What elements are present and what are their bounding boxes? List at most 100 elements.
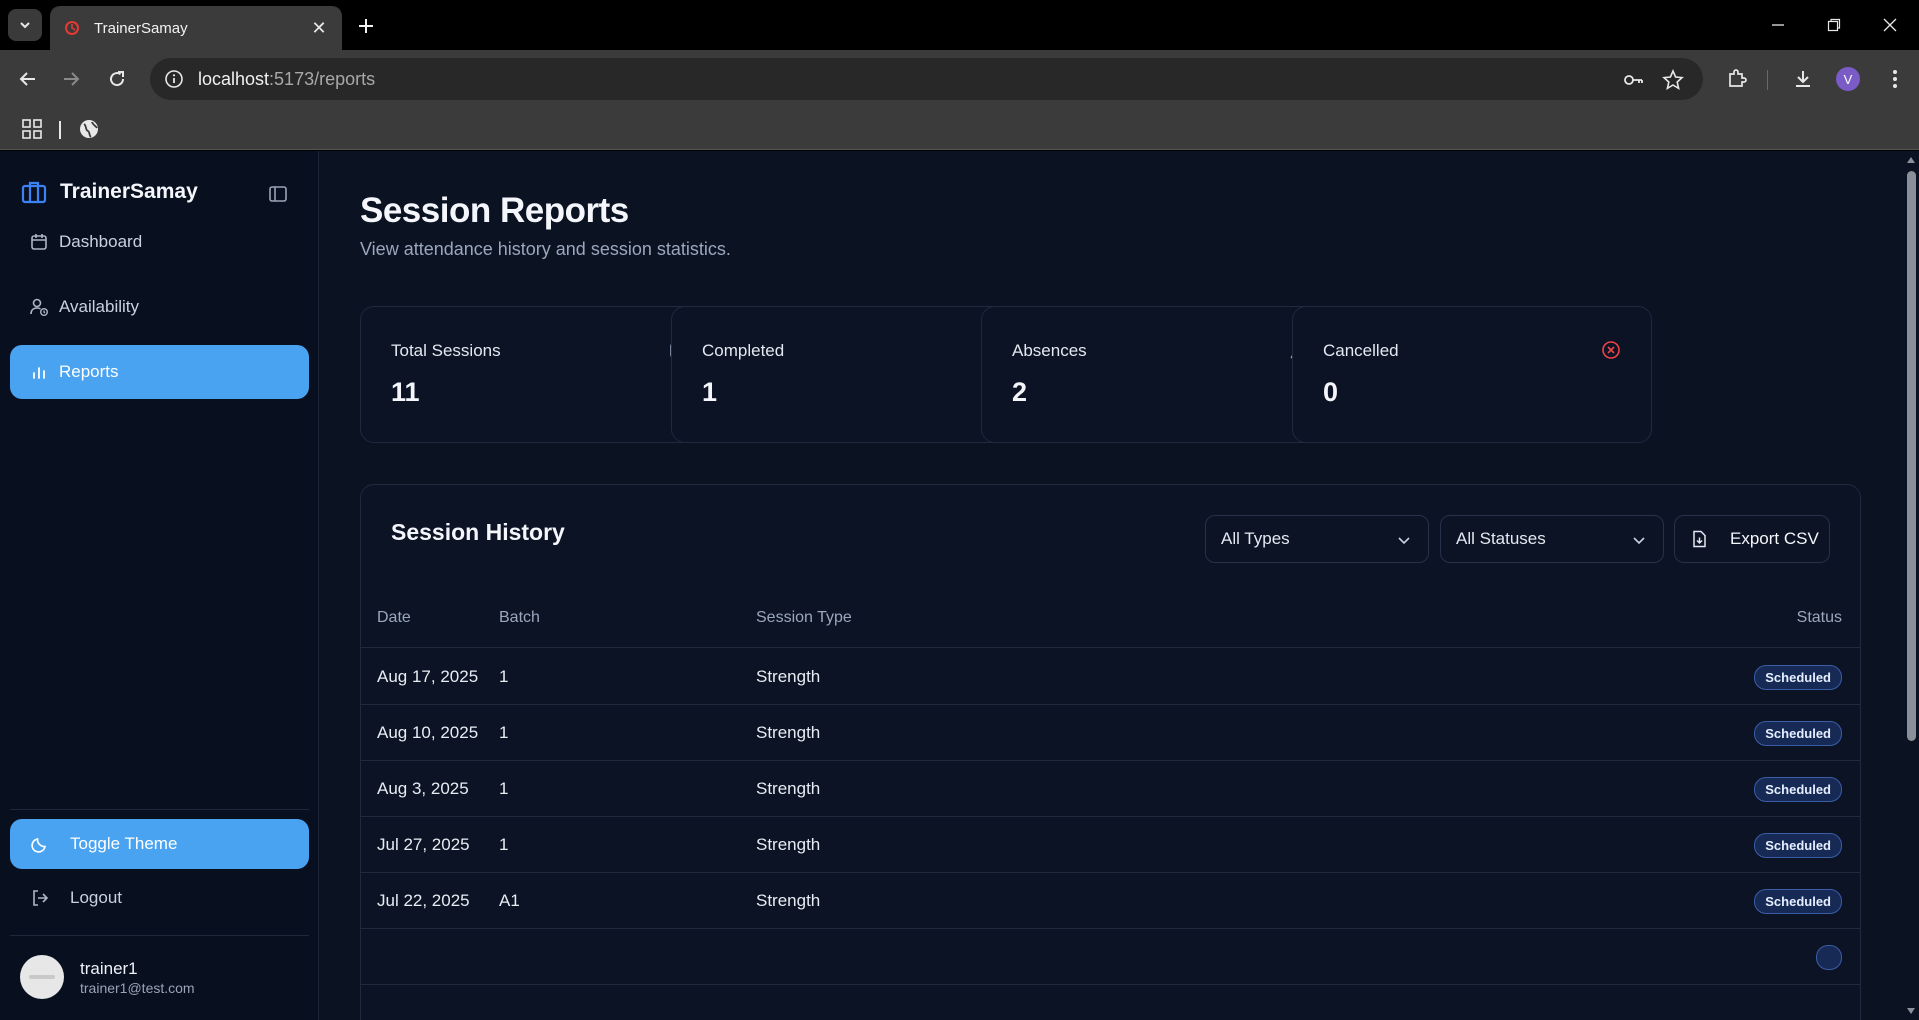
sidebar-divider	[10, 935, 309, 936]
stat-label: Completed	[702, 341, 785, 360]
type-filter-value: All Types	[1221, 529, 1290, 548]
tab-search-button[interactable]	[8, 9, 42, 41]
logout-button[interactable]: Logout	[10, 873, 309, 923]
restore-icon	[1827, 18, 1841, 32]
page-scrollbar[interactable]	[1903, 151, 1919, 1020]
stat-value: 0	[1323, 377, 1339, 407]
cell-batch: 1	[499, 835, 509, 854]
stat-value: 2	[1012, 377, 1028, 407]
bookmarks-divider	[59, 121, 61, 139]
scrollbar-thumb[interactable]	[1907, 171, 1916, 741]
globe-icon[interactable]	[78, 118, 100, 140]
status-badge: Scheduled	[1754, 833, 1842, 858]
browser-tab[interactable]: TrainerSamay ✕	[50, 6, 342, 50]
status-badge	[1816, 945, 1842, 970]
table-row[interactable]: Aug 10, 2025 1 Strength Scheduled	[361, 705, 1860, 761]
forward-button[interactable]	[56, 64, 86, 94]
sidebar-divider	[10, 809, 309, 810]
back-button[interactable]	[13, 64, 43, 94]
scroll-down-icon[interactable]	[1906, 1006, 1916, 1016]
column-header-status[interactable]: Status	[1797, 609, 1842, 627]
bookmarks-bar	[0, 108, 1919, 150]
column-header-date[interactable]: Date	[377, 609, 411, 627]
export-csv-button[interactable]: Export CSV	[1674, 515, 1830, 563]
sidebar-item-reports[interactable]: Reports	[10, 345, 309, 399]
status-badge: Scheduled	[1754, 665, 1842, 690]
password-key-icon[interactable]	[1622, 69, 1644, 91]
type-filter-select[interactable]: All Types	[1205, 515, 1429, 563]
table-row[interactable]: Jul 27, 2025 1 Strength Scheduled	[361, 817, 1860, 873]
download-icon	[1796, 71, 1810, 87]
user-email: trainer1@test.com	[80, 979, 195, 996]
address-bar[interactable]: localhost:5173/reports	[150, 58, 1703, 100]
cell-date: Aug 17, 2025	[377, 667, 479, 686]
sidebar-toggle-icon[interactable]	[268, 184, 288, 204]
cell-session-type: Strength	[756, 891, 821, 910]
chevron-down-icon	[1398, 537, 1410, 545]
status-badge: Scheduled	[1754, 777, 1842, 802]
sidebar-item-label: Dashboard	[59, 232, 143, 251]
profile-avatar[interactable]: V	[1836, 67, 1860, 91]
downloads-button[interactable]	[1788, 64, 1818, 94]
browser-tabstrip: TrainerSamay ✕	[0, 0, 1919, 50]
user-profile[interactable]: trainer1 trainer1@test.com	[20, 955, 195, 999]
url-text: localhost:5173/reports	[198, 69, 375, 90]
column-header-batch[interactable]: Batch	[499, 609, 540, 627]
scroll-up-icon[interactable]	[1906, 155, 1916, 165]
session-history-card: Session History All Types All Statuses E…	[360, 484, 1861, 1020]
stat-card-cancelled: Cancelled 0	[1292, 306, 1652, 443]
app-favicon-icon	[65, 21, 79, 35]
status-badge: Scheduled	[1754, 721, 1842, 746]
close-window-button[interactable]	[1864, 8, 1916, 42]
cell-batch: 1	[499, 667, 509, 686]
stat-label: Total Sessions	[391, 341, 501, 360]
calendar-icon	[31, 234, 47, 250]
sidebar-item-dashboard[interactable]: Dashboard	[10, 215, 309, 269]
table-row[interactable]: Aug 17, 2025 1 Strength Scheduled	[361, 649, 1860, 705]
toggle-theme-label: Toggle Theme	[70, 834, 178, 853]
tab-close-icon[interactable]: ✕	[308, 18, 330, 39]
stat-value: 1	[702, 377, 718, 407]
restore-button[interactable]	[1808, 8, 1860, 42]
url-path: :5173/reports	[269, 68, 376, 89]
arrow-right-icon	[64, 72, 80, 86]
sidebar: TrainerSamay Dashboard Availability Repo…	[0, 151, 319, 1020]
main-content: Session Reports View attendance history …	[320, 151, 1895, 1020]
table-row[interactable]: Jul 22, 2025 A1 Strength Scheduled	[361, 873, 1860, 929]
minimize-icon	[1772, 24, 1784, 26]
minimize-button[interactable]	[1752, 8, 1804, 42]
file-download-icon	[1693, 530, 1706, 548]
cell-batch: 1	[499, 779, 509, 798]
toolbar-divider	[1767, 70, 1768, 90]
kebab-menu-icon	[1893, 70, 1897, 88]
page-subtitle: View attendance history and session stat…	[360, 239, 731, 259]
reload-button[interactable]	[102, 64, 132, 94]
status-filter-select[interactable]: All Statuses	[1440, 515, 1664, 563]
toggle-theme-button[interactable]: Toggle Theme	[10, 819, 309, 869]
session-history-title: Session History	[391, 519, 565, 545]
cell-batch: 1	[499, 723, 509, 742]
x-circle-icon	[1602, 341, 1620, 359]
avatar-placeholder	[29, 975, 55, 979]
site-info-icon[interactable]	[164, 69, 184, 89]
cell-session-type: Strength	[756, 779, 821, 798]
puzzle-icon	[1729, 69, 1747, 87]
tab-title: TrainerSamay	[94, 19, 188, 37]
logout-label: Logout	[70, 888, 122, 907]
reload-icon	[110, 71, 125, 87]
new-tab-button[interactable]	[352, 12, 380, 40]
sidebar-item-availability[interactable]: Availability	[10, 280, 309, 334]
column-header-session-type[interactable]: Session Type	[756, 609, 852, 627]
table-row[interactable]	[361, 929, 1860, 985]
stat-card-total-sessions: Total Sessions 11	[360, 306, 720, 443]
table-row[interactable]: Aug 3, 2025 1 Strength Scheduled	[361, 761, 1860, 817]
user-info: trainer1 trainer1@test.com	[80, 959, 195, 996]
browser-menu-button[interactable]	[1880, 64, 1910, 94]
sidebar-item-label: Availability	[59, 297, 140, 316]
bookmark-star-icon[interactable]	[1662, 69, 1684, 91]
brand[interactable]: TrainerSamay	[20, 177, 198, 207]
apps-grid-icon[interactable]	[21, 118, 43, 140]
extensions-button[interactable]	[1722, 64, 1752, 94]
arrow-left-icon	[19, 72, 35, 86]
cell-session-type: Strength	[756, 723, 821, 742]
